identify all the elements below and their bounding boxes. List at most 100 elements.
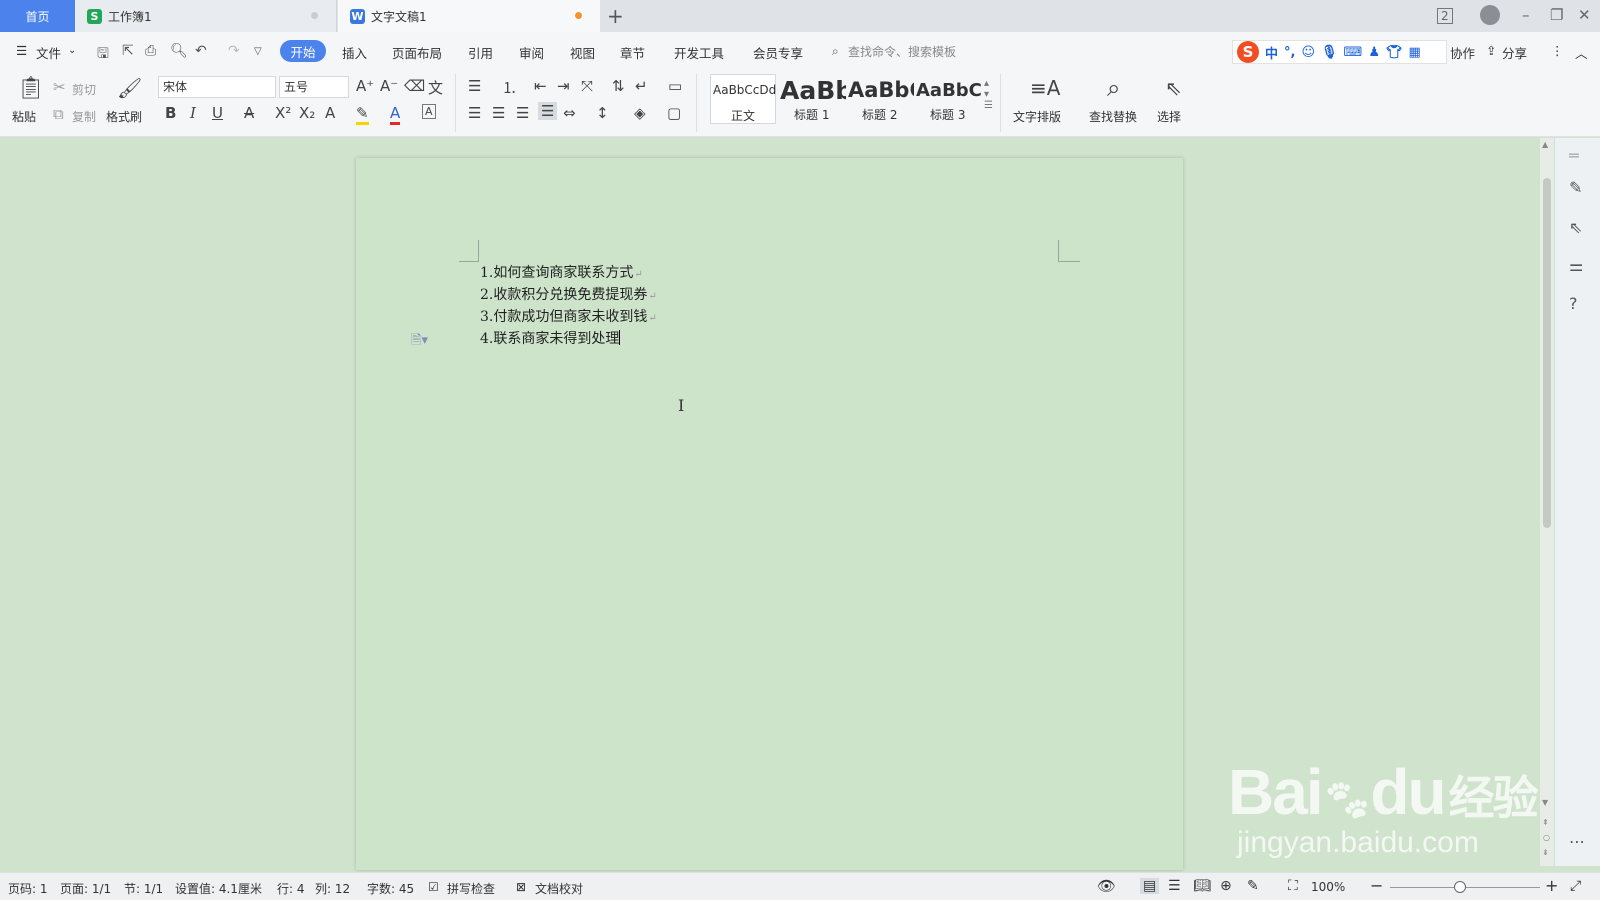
menu-start[interactable]: 开始 bbox=[280, 40, 326, 62]
drag-handle-icon[interactable]: ═ bbox=[1569, 146, 1579, 165]
menu-insert[interactable]: 插入 bbox=[342, 43, 367, 62]
web-view-icon[interactable]: ⊕ bbox=[1220, 878, 1232, 894]
shading-icon[interactable]: ◈ bbox=[634, 104, 646, 122]
avatar[interactable] bbox=[1480, 5, 1500, 25]
browse-object-icon[interactable]: ○ bbox=[1543, 833, 1550, 842]
scroll-down-icon[interactable]: ▼ bbox=[1542, 798, 1548, 807]
next-page-icon[interactable]: ⇟ bbox=[1542, 848, 1549, 857]
ime-lang-indicator[interactable]: 中 bbox=[1265, 43, 1278, 62]
unsaved-dot-icon[interactable] bbox=[575, 12, 582, 19]
format-painter-button[interactable]: 格式刷 bbox=[106, 108, 142, 125]
list-item[interactable]: 2.收款积分兑换免费提现券↵ bbox=[480, 284, 657, 304]
italic-icon[interactable]: I bbox=[190, 104, 196, 122]
char-border-icon[interactable]: A bbox=[422, 104, 436, 119]
page-view-icon[interactable]: ▤ bbox=[1140, 878, 1160, 894]
menu-chapter[interactable]: 章节 bbox=[620, 43, 645, 62]
style-heading-3[interactable]: AaBbC 标题 3 bbox=[916, 74, 982, 124]
list-item[interactable]: 1.如何查询商家联系方式↵ bbox=[480, 262, 643, 282]
chevron-down-icon[interactable]: ⌄ bbox=[68, 45, 76, 56]
bullet-list-icon[interactable]: ☰ bbox=[468, 77, 481, 95]
zoom-level[interactable]: 100% bbox=[1311, 880, 1345, 894]
justify-icon[interactable]: ☰ bbox=[538, 102, 558, 120]
list-item[interactable]: 4.联系商家未得到处理 bbox=[480, 328, 621, 348]
minimize-icon[interactable]: – bbox=[1522, 6, 1530, 24]
cut-button[interactable]: 剪切 bbox=[72, 81, 96, 98]
ime-toolbar[interactable]: S 中 °, ☺ 🎙︎ ⌨ ♟ 👕︎ ▦ bbox=[1232, 40, 1447, 64]
zoom-slider-thumb[interactable] bbox=[1454, 881, 1466, 893]
paragraph-layout-icon[interactable]: 🗎▾ bbox=[411, 331, 428, 353]
increase-indent-icon[interactable]: ⇥ bbox=[557, 77, 570, 95]
style-heading-2[interactable]: AaBbC 标题 2 bbox=[848, 74, 914, 124]
shrink-font-icon[interactable]: A⁻ bbox=[380, 77, 398, 95]
tab-document[interactable]: W 文字文稿1 bbox=[338, 0, 600, 32]
punctuation-icon[interactable]: °, bbox=[1284, 45, 1295, 60]
more-options-icon[interactable]: ⋯ bbox=[1569, 832, 1585, 851]
fit-page-icon[interactable]: ⛶ bbox=[1288, 878, 1298, 894]
font-color-icon[interactable]: A bbox=[390, 104, 401, 125]
pen-icon[interactable]: ✎ bbox=[1569, 178, 1582, 197]
find-replace-icon[interactable]: ⌕ bbox=[1107, 74, 1120, 102]
font-size-select[interactable]: 五号 bbox=[279, 76, 349, 98]
print-preview-icon[interactable]: 🔍︎ bbox=[170, 43, 188, 59]
copy-button[interactable]: 复制 bbox=[72, 108, 96, 125]
write-view-icon[interactable]: ✎ bbox=[1247, 878, 1259, 894]
pointer-icon[interactable]: ⇖ bbox=[1569, 218, 1582, 237]
strikethrough-icon[interactable]: A bbox=[244, 104, 254, 122]
zoom-out-icon[interactable]: − bbox=[1370, 876, 1383, 895]
print-icon[interactable]: ⎙ bbox=[145, 43, 156, 59]
export-icon[interactable]: ⇱ bbox=[122, 43, 134, 59]
tab-home[interactable]: 首页 bbox=[0, 0, 75, 32]
paste-button[interactable]: 粘贴 bbox=[12, 108, 36, 125]
prev-page-icon[interactable]: ⇞ bbox=[1542, 818, 1549, 827]
command-search-input[interactable]: 查找命令、搜索模板 bbox=[848, 43, 956, 60]
select-cursor-icon[interactable]: ⇖ bbox=[1165, 76, 1182, 100]
styles-scroll-icon[interactable]: ▴ ▾ ☰ bbox=[984, 78, 993, 111]
highlight-icon[interactable]: ✎ bbox=[356, 104, 369, 125]
close-icon[interactable]: ✕ bbox=[1578, 6, 1591, 24]
reading-view-icon[interactable]: 📖︎ bbox=[1193, 878, 1211, 894]
skin-icon[interactable]: 👕︎ bbox=[1386, 45, 1403, 60]
redo-icon[interactable]: ↷ bbox=[228, 43, 240, 59]
hamburger-icon[interactable]: ☰ bbox=[16, 43, 27, 58]
menu-developer[interactable]: 开发工具 bbox=[674, 43, 724, 62]
emoji-icon[interactable]: ☺ bbox=[1301, 45, 1315, 60]
share-button[interactable]: 分享 bbox=[1502, 43, 1527, 62]
decrease-indent-icon[interactable]: ⇤ bbox=[534, 77, 547, 95]
document-page[interactable]: 1.如何查询商家联系方式↵ 2.收款积分兑换免费提现券↵ 3.付款成功但商家未收… bbox=[356, 158, 1183, 870]
style-heading-1[interactable]: AaBb 标题 1 bbox=[780, 74, 846, 124]
keyboard-icon[interactable]: ⌨ bbox=[1344, 45, 1363, 60]
align-right-icon[interactable]: ☰ bbox=[516, 104, 529, 122]
clear-format-icon[interactable]: ⌫ bbox=[404, 77, 425, 95]
restore-icon[interactable]: ❐ bbox=[1550, 6, 1563, 24]
font-family-select[interactable]: 宋体 bbox=[158, 76, 276, 98]
border-icon[interactable]: ▢ bbox=[667, 104, 681, 122]
save-icon[interactable]: 🖫 bbox=[97, 43, 109, 67]
distribute-icon[interactable]: ⇔ bbox=[563, 104, 576, 122]
menu-member[interactable]: 会员专享 bbox=[753, 43, 803, 62]
proofread-icon[interactable]: ⊠ bbox=[516, 880, 526, 894]
chinese-layout-icon[interactable]: ⤧ bbox=[581, 77, 593, 95]
bold-icon[interactable]: B bbox=[165, 104, 176, 122]
status-page[interactable]: 页面: 1/1 bbox=[60, 880, 111, 897]
toolbox-icon[interactable]: ▦ bbox=[1408, 45, 1420, 60]
numbered-list-icon[interactable]: ⒈ bbox=[502, 77, 517, 98]
scrollbar-thumb[interactable] bbox=[1543, 178, 1551, 528]
tab-workbook[interactable]: S 工作簿1 bbox=[75, 0, 337, 32]
status-setting[interactable]: 设置值: 4.1厘米 bbox=[175, 880, 262, 897]
menu-view[interactable]: 视图 bbox=[570, 43, 595, 62]
status-word-count[interactable]: 字数: 45 bbox=[367, 880, 414, 897]
menu-reference[interactable]: 引用 bbox=[468, 43, 493, 62]
add-tab-button[interactable]: + bbox=[607, 4, 624, 28]
quick-access-more-icon[interactable]: ▽ bbox=[254, 46, 262, 57]
format-painter-icon[interactable]: 🖌︎ bbox=[117, 76, 142, 100]
align-left-icon[interactable]: ☰ bbox=[468, 104, 481, 122]
find-replace-button[interactable]: 查找替换 bbox=[1089, 108, 1137, 125]
show-marks-icon[interactable]: ↵ bbox=[635, 77, 648, 95]
more-menu-icon[interactable]: ⋮ bbox=[1551, 43, 1564, 58]
line-spacing-icon[interactable]: ↕ bbox=[596, 104, 609, 122]
window-count-icon[interactable]: 2 bbox=[1437, 8, 1453, 24]
status-row[interactable]: 行: 4 bbox=[277, 880, 305, 897]
zoom-in-icon[interactable]: + bbox=[1545, 876, 1558, 895]
select-button[interactable]: 选择 bbox=[1157, 108, 1181, 125]
status-col[interactable]: 列: 12 bbox=[315, 880, 350, 897]
